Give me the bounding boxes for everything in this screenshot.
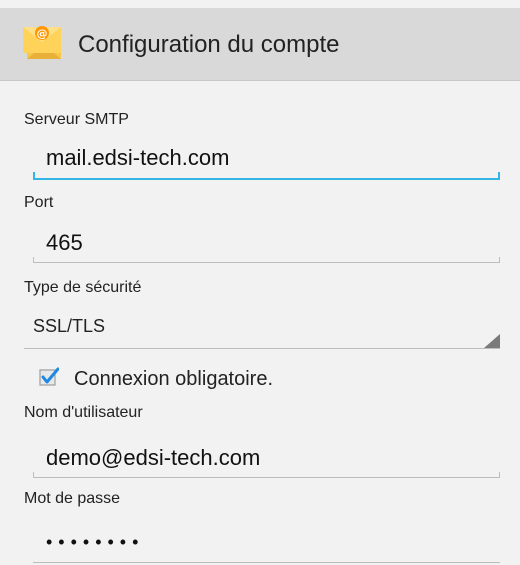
username-label: Nom d'utilisateur	[24, 404, 143, 421]
port-tick-left	[33, 257, 34, 263]
password-input[interactable]: ••••••••	[46, 532, 144, 553]
security-type-select[interactable]: SSL/TLS	[33, 316, 105, 337]
username-tick-right	[499, 472, 500, 478]
smtp-tick-left	[33, 172, 35, 178]
login-required-checkbox[interactable]	[39, 367, 59, 387]
port-underline	[33, 262, 500, 263]
smtp-tick-right	[498, 172, 500, 178]
email-icon[interactable]: @	[21, 23, 65, 63]
action-bar: @ Configuration du compte	[0, 8, 520, 81]
username-input[interactable]: demo@edsi-tech.com	[46, 445, 260, 471]
login-required-label[interactable]: Connexion obligatoire.	[74, 368, 273, 391]
port-input[interactable]: 465	[46, 230, 83, 256]
security-type-label: Type de sécurité	[24, 279, 142, 296]
username-tick-left	[33, 472, 34, 478]
page-title: Configuration du compte	[78, 31, 340, 58]
smtp-server-label: Serveur SMTP	[24, 111, 129, 128]
password-label: Mot de passe	[24, 490, 121, 507]
username-underline	[33, 477, 500, 478]
dropdown-arrow-icon[interactable]	[484, 334, 500, 348]
smtp-server-underline	[33, 178, 500, 180]
svg-text:@: @	[37, 27, 48, 40]
port-tick-right	[499, 257, 500, 263]
port-label: Port	[24, 194, 54, 211]
password-underline	[33, 562, 500, 563]
smtp-server-input[interactable]: mail.edsi-tech.com	[46, 145, 229, 171]
security-underline	[24, 348, 500, 349]
